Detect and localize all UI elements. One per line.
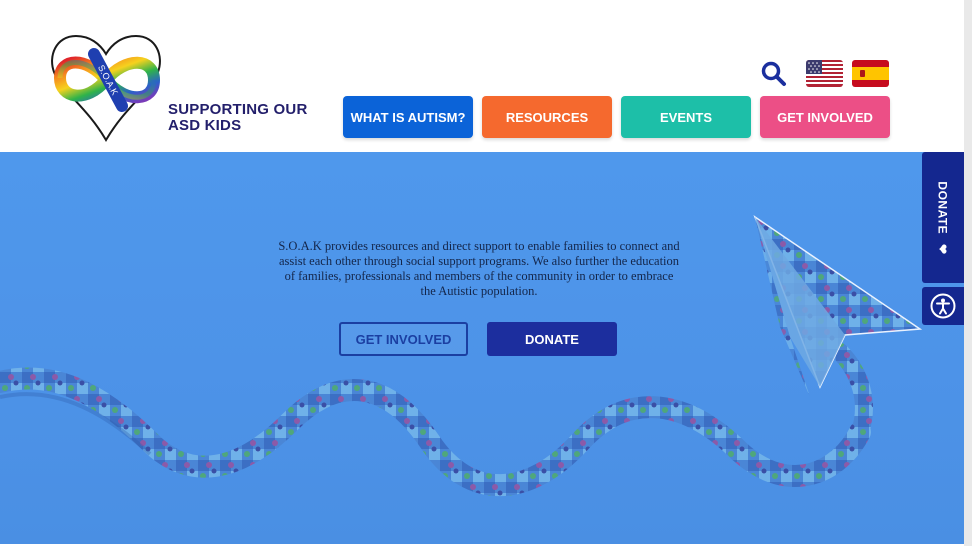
brand-name[interactable]: SUPPORTING OUR ASD KIDS — [168, 102, 338, 134]
page-scrollbar[interactable] — [964, 0, 972, 546]
site-header: S.O.A.K SUPPORTING OUR ASD KIDS WHAT IS … — [0, 0, 964, 152]
nav-events[interactable]: EVENTS — [621, 96, 751, 138]
donate-tab-label: DONATE — [936, 180, 950, 234]
spain-flag-icon[interactable] — [852, 60, 889, 87]
brand-line-2: ASD KIDS — [168, 117, 242, 134]
hero-banner: S.O.A.K provides resources and direct su… — [0, 152, 964, 544]
hero-description: S.O.A.K provides resources and direct su… — [278, 239, 680, 298]
nav-get-involved[interactable]: GET INVOLVED — [760, 96, 890, 138]
soak-logo[interactable]: S.O.A.K — [46, 28, 166, 146]
search-icon[interactable] — [760, 60, 788, 88]
autism-ribbon-image — [0, 215, 923, 497]
nav-resources[interactable]: RESOURCES — [482, 96, 612, 138]
heart-icon: ❤ — [936, 243, 950, 255]
donate-button[interactable]: DONATE — [487, 322, 617, 356]
donate-side-tab[interactable]: DONATE ❤ — [922, 152, 964, 283]
accessibility-icon[interactable] — [922, 287, 964, 325]
us-flag-icon[interactable] — [806, 60, 843, 87]
get-involved-button[interactable]: GET INVOLVED — [339, 322, 468, 356]
nav-what-is-autism[interactable]: WHAT IS AUTISM? — [343, 96, 473, 138]
brand-line-1: SUPPORTING OUR — [168, 101, 308, 118]
